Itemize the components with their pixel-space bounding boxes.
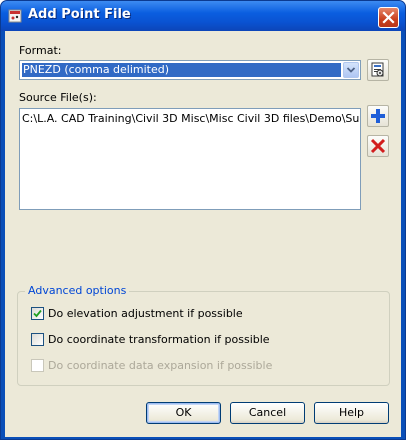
add-file-button[interactable] xyxy=(367,105,389,127)
close-icon xyxy=(382,11,395,24)
elevation-adjustment-checkbox[interactable] xyxy=(31,307,44,320)
dialog-window: Add Point File Format: PNEZD (comma deli… xyxy=(0,0,406,440)
ok-button[interactable]: OK xyxy=(146,402,221,424)
checkmark-icon xyxy=(33,309,42,318)
plus-icon xyxy=(371,109,385,123)
point-file-icon xyxy=(8,9,22,23)
coordinate-expansion-label: Do coordinate data expansion if possible xyxy=(48,359,273,372)
advanced-options-title: Advanced options xyxy=(25,284,130,297)
help-button[interactable]: Help xyxy=(314,402,389,424)
format-dropdown[interactable]: PNEZD (comma delimited) xyxy=(19,60,361,80)
coordinate-expansion-checkbox xyxy=(31,359,44,372)
format-manager-icon xyxy=(371,62,384,77)
title-bar[interactable]: Add Point File xyxy=(1,1,405,31)
remove-file-button[interactable] xyxy=(367,135,389,157)
coordinate-transformation-checkbox[interactable] xyxy=(31,333,44,346)
list-item[interactable]: C:\L.A. CAD Training\Civil 3D Misc\Misc … xyxy=(22,112,360,125)
manage-formats-button[interactable] xyxy=(367,59,389,81)
format-selected-value: PNEZD (comma delimited) xyxy=(22,63,341,77)
source-files-label: Source File(s): xyxy=(19,91,97,104)
dialog-client: Format: PNEZD (comma delimited) Source F… xyxy=(5,31,401,437)
format-label: Format: xyxy=(19,44,62,57)
remove-icon xyxy=(370,138,386,154)
source-files-list[interactable]: C:\L.A. CAD Training\Civil 3D Misc\Misc … xyxy=(19,108,361,210)
close-button[interactable] xyxy=(378,7,399,28)
dialog-title: Add Point File xyxy=(28,7,131,22)
cancel-button[interactable]: Cancel xyxy=(230,402,305,424)
chevron-down-icon[interactable] xyxy=(343,62,359,78)
elevation-adjustment-label[interactable]: Do elevation adjustment if possible xyxy=(48,307,243,320)
coordinate-transformation-label[interactable]: Do coordinate transformation if possible xyxy=(48,333,270,346)
